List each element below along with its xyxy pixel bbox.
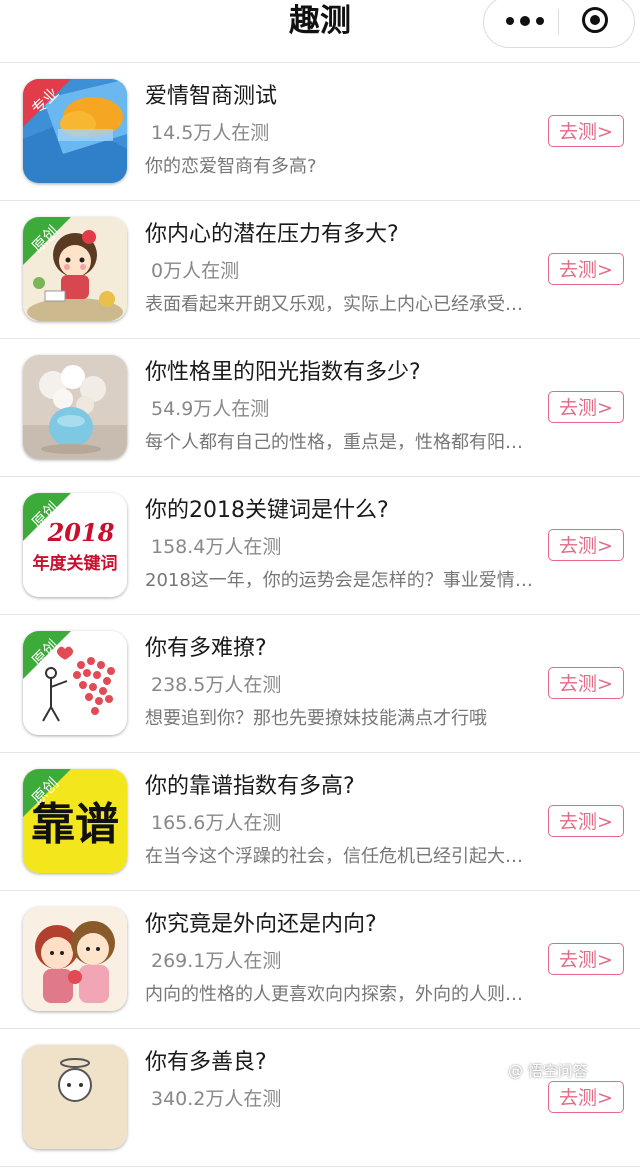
angel-thumbnail — [23, 1045, 127, 1149]
go-test-button[interactable]: 去测> — [548, 391, 624, 423]
flower-vase-thumbnail — [23, 355, 127, 459]
quiz-description: 在当今这个浮躁的社会，信任危机已经引起大家的关注 — [145, 846, 537, 867]
quiz-list: 专业 爱情智商测试 14.5万人在测 你的恋爱智商有多高? 去测> 原创 你内心… — [0, 63, 640, 1167]
quiz-title[interactable]: 你的靠谱指数有多高? — [145, 773, 355, 801]
list-item[interactable]: 原创 你有多难撩? 238.5万人在测 想要追到你？那也先要撩妹技能满点才行哦 … — [0, 615, 640, 753]
quiz-title[interactable]: 你内心的潜在压力有多大? — [145, 221, 399, 249]
participant-count: 158.4万人在测 — [151, 536, 282, 558]
year-keyword-thumbnail: 2018 年度关键词 原创 — [23, 493, 127, 597]
thumb-year-text: 2018 — [47, 518, 115, 547]
go-test-button[interactable]: 去测> — [548, 115, 624, 147]
quiz-title[interactable]: 你的2018关键词是什么? — [145, 497, 389, 525]
participant-count: 269.1万人在测 — [151, 950, 282, 972]
quiz-description: 表面看起来开朗又乐观，实际上内心已经承受了很多压力 — [145, 294, 537, 315]
quiz-title[interactable]: 你究竟是外向还是内向? — [145, 911, 377, 939]
list-item[interactable]: 靠谱 原创 你的靠谱指数有多高? 165.6万人在测 在当今这个浮躁的社会，信任… — [0, 753, 640, 891]
cartoon-girl-thumbnail: 原创 — [23, 217, 127, 321]
capsule-divider — [558, 9, 559, 35]
hearts-thumbnail: 原创 — [23, 631, 127, 735]
top-bar: 趣测 — [0, 0, 640, 63]
watermark: @ 悟空问答 — [508, 1062, 588, 1080]
mini-program-capsule — [483, 0, 635, 48]
quiz-title[interactable]: 你有多难撩? — [145, 635, 267, 663]
list-item[interactable]: 原创 你内心的潜在压力有多大? 0万人在测 表面看起来开朗又乐观，实际上内心已经… — [0, 201, 640, 339]
go-test-button[interactable]: 去测> — [548, 1081, 624, 1113]
participant-count: 165.6万人在测 — [151, 812, 282, 834]
participant-count: 14.5万人在测 — [151, 122, 270, 144]
quiz-description: 2018这一年，你的运势会是怎样的？事业爱情都来看看 — [145, 570, 537, 591]
thumb-kaopu-text: 靠谱 — [31, 799, 119, 850]
participant-count: 238.5万人在测 — [151, 674, 282, 696]
quiz-title[interactable]: 爱情智商测试 — [145, 83, 277, 111]
quiz-description: 想要追到你？那也先要撩妹技能满点才行哦 — [145, 708, 487, 729]
participant-count: 54.9万人在测 — [151, 398, 270, 420]
thumb-keyword-text: 年度关键词 — [33, 553, 118, 574]
go-test-button[interactable]: 去测> — [548, 667, 624, 699]
quiz-title[interactable]: 你有多善良? — [145, 1049, 267, 1077]
quiz-title[interactable]: 你性格里的阳光指数有多少? — [145, 359, 421, 387]
go-test-button[interactable]: 去测> — [548, 805, 624, 837]
list-item[interactable]: 你性格里的阳光指数有多少? 54.9万人在测 每个人都有自己的性格，重点是，性格… — [0, 339, 640, 477]
more-dots-icon[interactable] — [506, 16, 544, 27]
kaopu-thumbnail: 靠谱 原创 — [23, 769, 127, 873]
list-item[interactable]: 2018 年度关键词 原创 你的2018关键词是什么? 158.4万人在测 20… — [0, 477, 640, 615]
list-item[interactable]: 你究竟是外向还是内向? 269.1万人在测 内向的性格的人更喜欢向内探索，外向的… — [0, 891, 640, 1029]
quiz-description: 内向的性格的人更喜欢向内探索，外向的人则喜欢向外 — [145, 984, 537, 1005]
clouds-box-thumbnail: 专业 — [23, 79, 127, 183]
participant-count: 340.2万人在测 — [151, 1088, 282, 1110]
quiz-description: 你的恋爱智商有多高? — [145, 156, 317, 177]
cartoon-couple-thumbnail — [23, 907, 127, 1011]
go-test-button[interactable]: 去测> — [548, 943, 624, 975]
go-test-button[interactable]: 去测> — [548, 529, 624, 561]
participant-count: 0万人在测 — [151, 260, 240, 282]
quiz-description: 每个人都有自己的性格，重点是，性格都有阳光的一面 — [145, 432, 537, 453]
list-item[interactable]: 专业 爱情智商测试 14.5万人在测 你的恋爱智商有多高? 去测> — [0, 63, 640, 201]
go-test-button[interactable]: 去测> — [548, 253, 624, 285]
target-circle-icon[interactable] — [582, 7, 608, 33]
list-item[interactable]: 你有多善良? 340.2万人在测 去测> — [0, 1029, 640, 1167]
